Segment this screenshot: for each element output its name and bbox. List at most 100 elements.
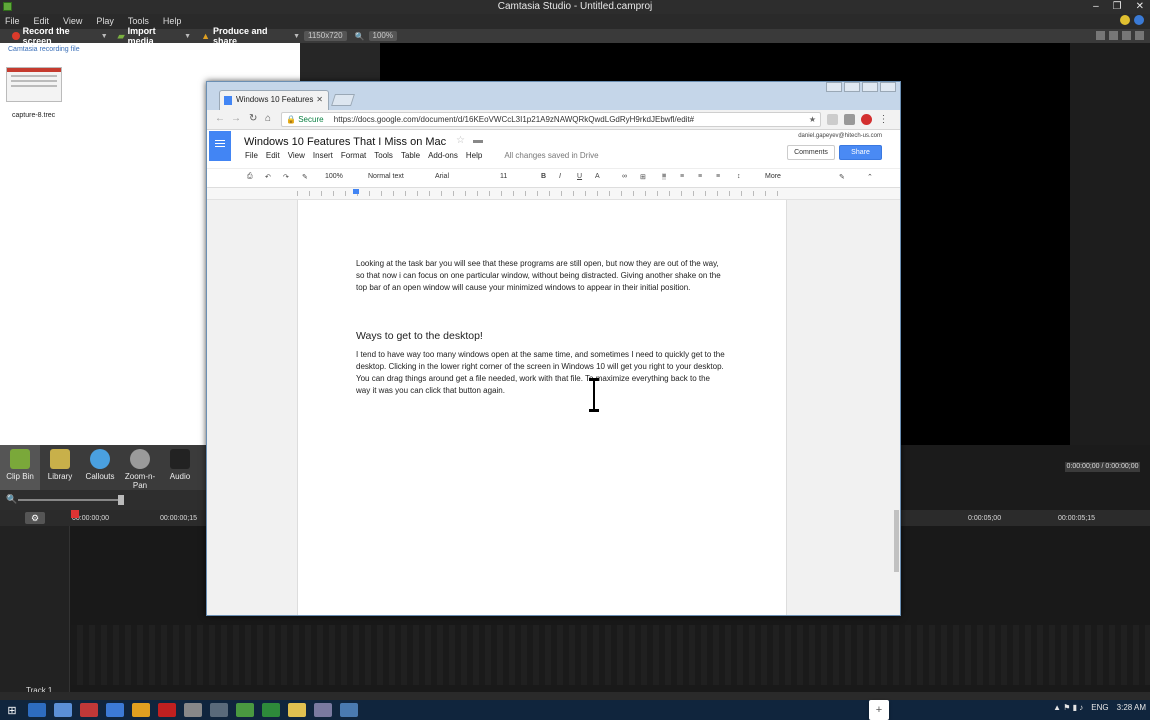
dimensions-select[interactable]: 1150x720 <box>304 31 347 41</box>
share-button[interactable]: Share <box>839 145 882 160</box>
docs-logo-icon[interactable] <box>209 131 231 161</box>
taskbar-app-icon[interactable] <box>210 703 228 717</box>
zoom-out-icon[interactable]: 🔍 <box>6 494 17 505</box>
extension-icon[interactable] <box>844 114 855 125</box>
paragraph[interactable]: Looking at the task bar you will see tha… <box>356 258 726 294</box>
bold-icon[interactable]: B <box>541 173 546 180</box>
scrollbar-thumb[interactable] <box>894 510 899 572</box>
explore-button[interactable]: + <box>869 700 889 720</box>
gear-icon[interactable]: ⚙ <box>25 512 45 524</box>
italic-icon[interactable]: I <box>559 173 561 180</box>
folder-icon[interactable]: ▬ <box>473 135 483 146</box>
zoom-slider-track[interactable] <box>18 499 122 501</box>
timeline-scrollbar[interactable] <box>0 692 1150 700</box>
line-spacing-icon[interactable]: ↕ <box>737 173 741 180</box>
align-right-icon[interactable]: ≡ <box>698 173 702 180</box>
chrome-close-button[interactable] <box>880 82 896 92</box>
file-explorer-icon[interactable] <box>288 703 306 717</box>
docs-menu-view[interactable]: View <box>288 151 305 160</box>
tab-clip-bin[interactable]: Clip Bin <box>0 445 40 490</box>
font-size-select[interactable]: 11 <box>500 173 507 180</box>
restore-button[interactable]: ❐ <box>1113 0 1122 14</box>
docs-menu-insert[interactable]: Insert <box>313 151 333 160</box>
section-heading[interactable]: Ways to get to the desktop! <box>356 330 483 342</box>
docs-menu-format[interactable]: Format <box>341 151 366 160</box>
zoom-slider-handle[interactable] <box>118 495 124 505</box>
redo-icon[interactable]: ↷ <box>283 173 289 181</box>
more-button[interactable]: More <box>765 173 781 180</box>
chrome-titlebar[interactable]: Windows 10 Features Tha ✕ <box>207 82 900 122</box>
comments-button[interactable]: Comments <box>787 145 835 160</box>
close-tab-icon[interactable]: ✕ <box>316 91 323 109</box>
tab-audio[interactable]: Audio <box>160 445 200 490</box>
taskbar-app-icon[interactable] <box>106 703 124 717</box>
style-select[interactable]: Normal text <box>368 173 404 180</box>
minimize-button[interactable]: – <box>1093 0 1099 14</box>
print-icon[interactable]: ⎙ <box>247 173 253 181</box>
forward-arrow-icon[interactable]: → <box>231 113 241 124</box>
align-center-icon[interactable]: ≡ <box>680 173 684 180</box>
taskbar-app-icon[interactable] <box>184 703 202 717</box>
adblock-icon[interactable] <box>861 114 872 125</box>
docs-menu-file[interactable]: File <box>245 151 258 160</box>
user-email[interactable]: daniel.gapeyev@hitech-us.com <box>798 133 882 139</box>
docs-menu-tools[interactable]: Tools <box>374 151 393 160</box>
taskbar-app-icon[interactable] <box>80 703 98 717</box>
paragraph[interactable]: I tend to have way too many windows open… <box>356 349 726 397</box>
document-scrollbar[interactable] <box>894 200 900 615</box>
tab-library[interactable]: Library <box>40 445 80 490</box>
extension-icon[interactable] <box>827 114 838 125</box>
camtasia-taskbar-icon[interactable] <box>236 703 254 717</box>
align-justify-icon[interactable]: ≡ <box>716 173 720 180</box>
browser-tab[interactable]: Windows 10 Features Tha ✕ <box>219 90 329 122</box>
comment-icon[interactable]: ⊞ <box>640 173 646 181</box>
taskbar-app-icon[interactable] <box>340 703 358 717</box>
zoom-select[interactable]: 100% <box>325 173 343 180</box>
clip-thumbnail[interactable] <box>6 67 62 102</box>
chrome-user-button[interactable] <box>826 82 842 92</box>
bookmark-star-icon[interactable]: ★ <box>809 113 816 126</box>
editing-mode-icon[interactable]: ✎ <box>839 173 845 181</box>
docs-menu-addons[interactable]: Add-ons <box>428 151 458 160</box>
language-indicator[interactable]: ENG <box>1091 703 1108 712</box>
star-icon[interactable]: ☆ <box>456 135 465 146</box>
address-bar[interactable]: 🔒 Secure https://docs.google.com/documen… <box>281 112 821 127</box>
indent-marker[interactable] <box>353 189 359 194</box>
taskbar-app-icon[interactable] <box>54 703 72 717</box>
docs-menu-table[interactable]: Table <box>401 151 420 160</box>
undo-icon[interactable]: ↶ <box>265 173 271 181</box>
back-arrow-icon[interactable]: ← <box>215 113 225 124</box>
document-title[interactable]: Windows 10 Features That I Miss on Mac <box>244 136 446 148</box>
save-status[interactable]: All changes saved in Drive <box>504 151 598 160</box>
close-button[interactable]: ✕ <box>1136 0 1144 14</box>
new-tab-button[interactable] <box>331 94 355 106</box>
chrome-menu-icon[interactable]: ⋮ <box>878 114 889 125</box>
paint-format-icon[interactable]: ✎ <box>302 173 308 181</box>
lightbulb-icon[interactable] <box>1120 15 1130 25</box>
taskbar-app-icon[interactable] <box>28 703 46 717</box>
text-color-icon[interactable]: A <box>595 173 600 180</box>
pan-icon[interactable] <box>1109 31 1118 40</box>
docs-menu-help[interactable]: Help <box>466 151 482 160</box>
fullscreen-icon[interactable] <box>1135 31 1144 40</box>
tab-callouts[interactable]: Callouts <box>80 445 120 490</box>
chrome-taskbar-icon[interactable] <box>132 703 150 717</box>
help-icon[interactable] <box>1134 15 1144 25</box>
taskbar-app-icon[interactable] <box>314 703 332 717</box>
tab-zoom-n-pan[interactable]: Zoom-n-Pan <box>120 445 160 490</box>
start-button[interactable]: ⊞ <box>0 704 24 717</box>
crop-icon[interactable] <box>1096 31 1105 40</box>
document-page[interactable]: Looking at the task bar you will see tha… <box>297 200 787 615</box>
taskbar-app-icon[interactable] <box>262 703 280 717</box>
chrome-maximize-button[interactable] <box>862 82 878 92</box>
chrome-minimize-button[interactable] <box>844 82 860 92</box>
track-row[interactable] <box>71 625 1150 685</box>
zoom-select[interactable]: 100% <box>368 31 397 41</box>
docs-menu-edit[interactable]: Edit <box>266 151 280 160</box>
docs-ruler[interactable] <box>207 188 900 200</box>
home-icon[interactable]: ⌂ <box>265 113 271 124</box>
font-select[interactable]: Arial <box>435 173 449 180</box>
taskbar-app-icon[interactable] <box>158 703 176 717</box>
reload-icon[interactable]: ↻ <box>249 113 257 124</box>
clock[interactable]: 3:28 AM <box>1117 703 1146 712</box>
